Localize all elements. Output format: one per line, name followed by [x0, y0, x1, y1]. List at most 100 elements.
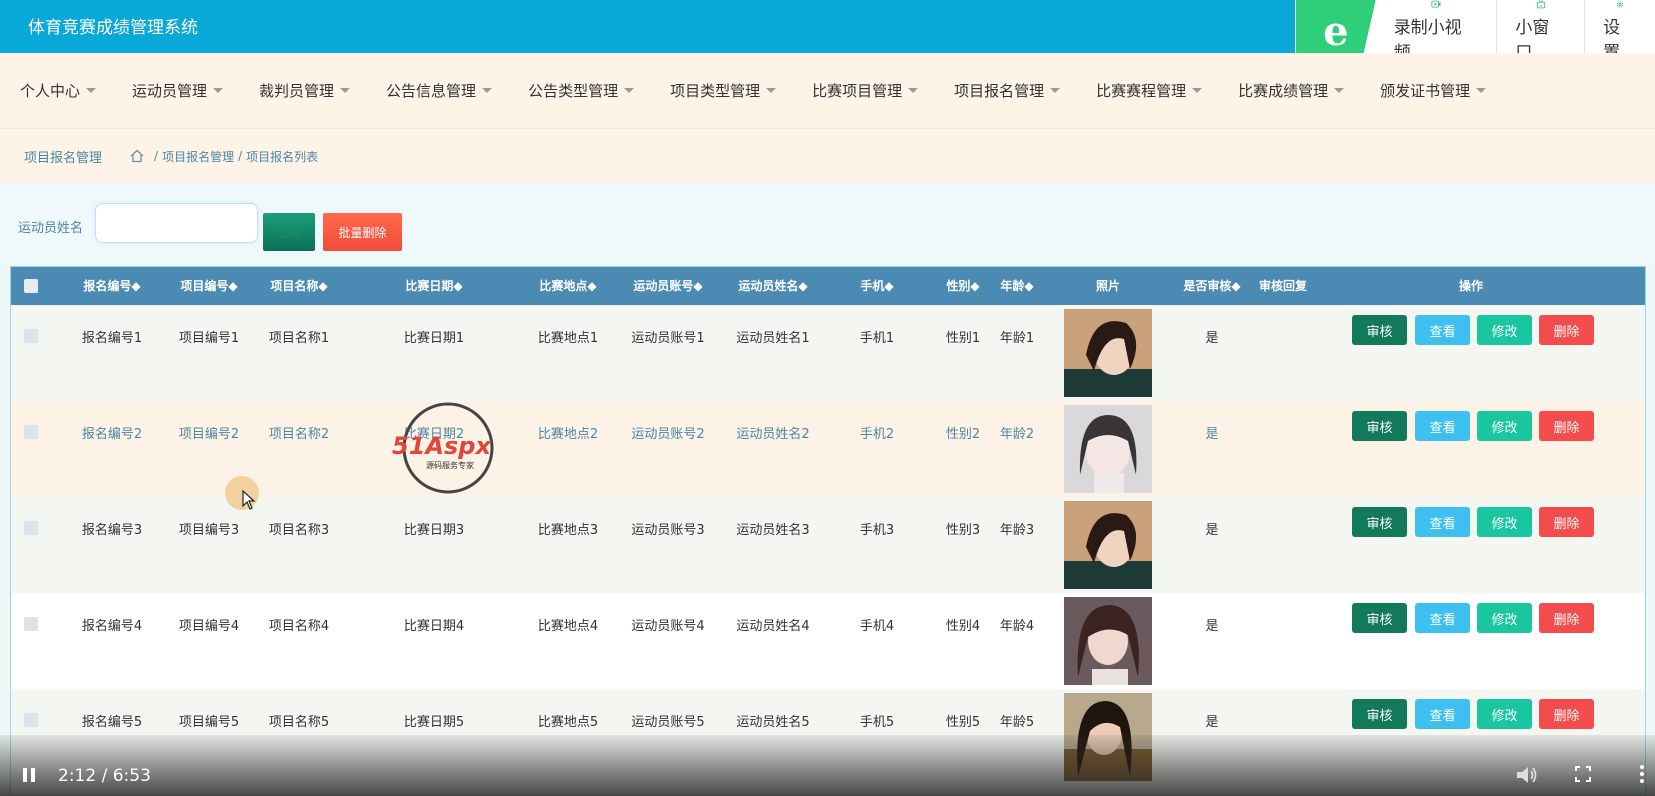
- table-header: 报名编号◆ 项目编号◆ 项目名称◆ 比赛日期◆ 比赛地点◆ 运动员账号◆ 运动员…: [11, 267, 1645, 305]
- nav-schedule-management[interactable]: 比赛赛程管理: [1096, 80, 1203, 101]
- view-button[interactable]: 查看: [1415, 315, 1470, 345]
- app-title: 体育竞赛成绩管理系统: [28, 18, 198, 38]
- delete-button[interactable]: 删除: [1539, 507, 1594, 537]
- caret-down-icon: [86, 88, 97, 93]
- nav-athlete-management[interactable]: 运动员管理: [132, 80, 224, 101]
- cell-reviewed: 是: [1205, 715, 1219, 730]
- edit-button[interactable]: 修改: [1477, 315, 1532, 345]
- cell-item-name: 项目名称2: [268, 427, 330, 442]
- edit-button[interactable]: 修改: [1477, 699, 1532, 729]
- cell-gender: 性别5: [945, 715, 981, 730]
- row-checkbox[interactable]: [24, 521, 38, 535]
- volume-icon[interactable]: [1516, 765, 1538, 785]
- fullscreen-icon[interactable]: [1575, 766, 1591, 782]
- row-checkbox[interactable]: [24, 425, 38, 439]
- search-button[interactable]: 查询: [263, 213, 315, 251]
- th-age[interactable]: 年龄◆: [987, 267, 1047, 305]
- nav-results-management[interactable]: 比赛成绩管理: [1238, 80, 1345, 101]
- cell-item-name: 项目名称3: [268, 523, 330, 538]
- cell-date: 比赛日期3: [403, 523, 465, 538]
- watermark-logo: 51Aspx 源码服务专家: [392, 402, 494, 494]
- nav-notice-type-management[interactable]: 公告类型管理: [528, 80, 635, 101]
- th-name[interactable]: 运动员姓名◆: [718, 267, 828, 305]
- th-date[interactable]: 比赛日期◆: [379, 267, 489, 305]
- record-video-icon: [1431, 0, 1441, 8]
- row-checkbox[interactable]: [24, 329, 38, 343]
- athlete-name-label: 运动员姓名: [18, 221, 84, 236]
- edit-button[interactable]: 修改: [1477, 411, 1532, 441]
- nav-label: 比赛项目管理: [812, 82, 903, 100]
- th-gender[interactable]: 性别◆: [933, 267, 993, 305]
- breadcrumb-item[interactable]: 项目报名管理: [162, 148, 234, 165]
- nav-certificate-management[interactable]: 颁发证书管理: [1380, 80, 1487, 101]
- audit-button[interactable]: 审核: [1352, 507, 1407, 537]
- home-icon[interactable]: [130, 149, 144, 163]
- sort-icon: ◆: [693, 279, 703, 293]
- sort-icon: ◆: [798, 279, 808, 293]
- cell-age: 年龄5: [999, 715, 1035, 730]
- pause-icon[interactable]: [22, 768, 36, 782]
- cell-place: 比赛地点4: [537, 619, 599, 634]
- nav-label: 比赛赛程管理: [1096, 82, 1187, 100]
- row-checkbox[interactable]: [24, 713, 38, 727]
- th-label: 运动员账号: [633, 279, 694, 293]
- breadcrumb: 项目报名管理 / 项目报名管理 / 项目报名列表: [0, 129, 1655, 183]
- breadcrumb-item: 项目报名列表: [246, 149, 319, 164]
- th-item-no[interactable]: 项目编号◆: [164, 267, 254, 305]
- audit-button[interactable]: 审核: [1352, 315, 1407, 345]
- cell-age: 年龄1: [999, 331, 1035, 346]
- view-button[interactable]: 查看: [1415, 507, 1470, 537]
- th-registration-no[interactable]: 报名编号◆: [67, 267, 157, 305]
- page-title: 项目报名管理: [24, 150, 103, 166]
- cell-registration-no: 报名编号4: [81, 619, 143, 634]
- edit-button[interactable]: 修改: [1477, 507, 1532, 537]
- audit-button[interactable]: 审核: [1352, 411, 1407, 441]
- watermark-brand: 51Aspx: [392, 432, 492, 460]
- caret-down-icon: [1192, 88, 1203, 93]
- cell-name: 运动员姓名4: [736, 619, 810, 634]
- cell-date: 比赛日期5: [403, 715, 465, 730]
- delete-button[interactable]: 删除: [1539, 603, 1594, 633]
- mini-window-icon: [1536, 0, 1545, 9]
- nav-notice-info-management[interactable]: 公告信息管理: [386, 80, 493, 101]
- cell-place: 比赛地点1: [537, 331, 599, 346]
- th-phone[interactable]: 手机◆: [847, 267, 907, 305]
- caret-down-icon: [1334, 88, 1345, 93]
- caret-down-icon: [624, 88, 635, 93]
- athlete-name-input[interactable]: [95, 203, 258, 243]
- th-reviewed[interactable]: 是否审核◆: [1172, 267, 1252, 305]
- cell-reviewed: 是: [1205, 619, 1219, 634]
- cell-gender: 性别3: [945, 523, 981, 538]
- batch-delete-button[interactable]: 批量删除: [323, 213, 402, 251]
- cell-item-name: 项目名称5: [268, 715, 330, 730]
- th-item-name[interactable]: 项目名称◆: [254, 267, 344, 305]
- view-button[interactable]: 查看: [1415, 699, 1470, 729]
- row-checkbox[interactable]: [24, 617, 38, 631]
- athlete-photo: [1064, 597, 1152, 685]
- audit-button[interactable]: 审核: [1352, 603, 1407, 633]
- delete-button[interactable]: 删除: [1539, 699, 1594, 729]
- more-vertical-icon[interactable]: [1640, 765, 1644, 783]
- view-button[interactable]: 查看: [1415, 411, 1470, 441]
- nav-personal-center[interactable]: 个人中心: [20, 80, 97, 101]
- nav-competition-item-management[interactable]: 比赛项目管理: [812, 80, 919, 101]
- watermark-tagline: 源码服务专家: [426, 460, 474, 470]
- nav-referee-management[interactable]: 裁判员管理: [259, 80, 351, 101]
- sort-icon: ◆: [131, 279, 141, 293]
- delete-button[interactable]: 删除: [1539, 411, 1594, 441]
- view-button[interactable]: 查看: [1415, 603, 1470, 633]
- audit-button[interactable]: 审核: [1352, 699, 1407, 729]
- cell-name: 运动员姓名5: [736, 715, 810, 730]
- th-account[interactable]: 运动员账号◆: [613, 267, 723, 305]
- nav-item-type-management[interactable]: 项目类型管理: [670, 80, 777, 101]
- delete-button[interactable]: 删除: [1539, 315, 1594, 345]
- cell-gender: 性别2: [945, 427, 981, 442]
- th-place[interactable]: 比赛地点◆: [513, 267, 623, 305]
- nav-label: 颁发证书管理: [1380, 82, 1471, 100]
- nav-registration-management[interactable]: 项目报名管理: [954, 80, 1061, 101]
- edit-button[interactable]: 修改: [1477, 603, 1532, 633]
- select-all-checkbox[interactable]: [24, 279, 38, 293]
- th-label: 手机: [860, 279, 885, 293]
- cell-name: 运动员姓名2: [736, 427, 810, 442]
- th-label: 项目编号: [180, 279, 229, 293]
